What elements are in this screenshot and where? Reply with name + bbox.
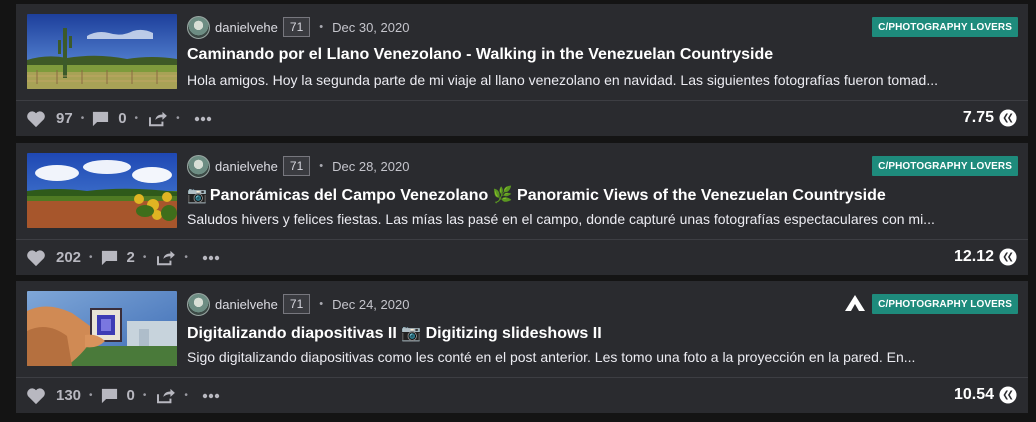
author-name[interactable]: danielvehe bbox=[215, 159, 278, 174]
separator-dot: • bbox=[89, 390, 93, 401]
avatar[interactable] bbox=[187, 15, 210, 39]
author-name[interactable]: danielvehe bbox=[215, 297, 278, 312]
more-icon[interactable] bbox=[202, 255, 220, 261]
post-body[interactable]: danielvehe 71 • Dec 28, 2020 C/PHOTOGRAP… bbox=[16, 143, 1028, 239]
post-meta: danielvehe 71 • Dec 24, 2020 bbox=[187, 291, 409, 317]
vote-count[interactable]: 130 bbox=[56, 387, 81, 404]
post-feed: danielvehe 71 • Dec 30, 2020 C/PHOTOGRAP… bbox=[0, 0, 1036, 422]
post-excerpt[interactable]: Saludos hivers y felices fiestas. Las mí… bbox=[187, 211, 1017, 227]
comment-count[interactable]: 0 bbox=[127, 387, 135, 404]
post-footer: 130 • 0 • • 10.54 bbox=[16, 378, 1028, 413]
heart-icon[interactable] bbox=[26, 387, 46, 405]
separator-dot: • bbox=[184, 252, 188, 263]
comment-icon[interactable] bbox=[101, 388, 118, 404]
post-excerpt[interactable]: Sigo digitalizando diapositivas como les… bbox=[187, 349, 1017, 365]
separator-dot: • bbox=[319, 160, 324, 172]
payout-value[interactable]: 12.12 bbox=[954, 248, 994, 266]
post-excerpt[interactable]: Hola amigos. Hoy la segunda parte de mi … bbox=[187, 72, 1017, 88]
reputation-badge: 71 bbox=[282, 294, 311, 314]
pro-icon bbox=[845, 295, 865, 311]
avatar[interactable] bbox=[187, 154, 210, 178]
hive-icon bbox=[999, 386, 1017, 404]
vote-count[interactable]: 202 bbox=[56, 249, 81, 266]
post-card: danielvehe 71 • Dec 28, 2020 C/PHOTOGRAP… bbox=[16, 143, 1028, 275]
vote-count[interactable]: 97 bbox=[56, 110, 73, 127]
camera-icon: 📷 bbox=[187, 187, 207, 204]
post-title[interactable]: Caminando por el Llano Venezolano - Walk… bbox=[187, 46, 1017, 64]
community-badge[interactable]: C/PHOTOGRAPHY LOVERS bbox=[872, 156, 1018, 176]
post-meta: danielvehe 71 • Dec 30, 2020 bbox=[187, 14, 409, 40]
community-badge[interactable]: C/PHOTOGRAPHY LOVERS bbox=[872, 294, 1018, 314]
separator-dot: • bbox=[142, 390, 147, 401]
heart-icon[interactable] bbox=[26, 249, 46, 267]
post-date[interactable]: Dec 28, 2020 bbox=[332, 159, 409, 174]
reputation-badge: 71 bbox=[282, 17, 311, 37]
separator-dot: • bbox=[176, 113, 180, 124]
payout[interactable]: 12.12 bbox=[954, 248, 1017, 266]
post-thumbnail[interactable] bbox=[27, 291, 177, 366]
separator-dot: • bbox=[142, 252, 147, 263]
thumbnail-image-panoramic bbox=[27, 153, 177, 228]
separator-dot: • bbox=[184, 390, 188, 401]
payout[interactable]: 7.75 bbox=[963, 109, 1017, 127]
hive-icon bbox=[999, 109, 1017, 127]
payout-value[interactable]: 7.75 bbox=[963, 109, 994, 127]
post-title[interactable]: Digitalizando diapositivas II 📷 Digitizi… bbox=[187, 323, 1017, 343]
post-meta: danielvehe 71 • Dec 28, 2020 bbox=[187, 153, 409, 179]
payout[interactable]: 10.54 bbox=[954, 386, 1017, 404]
post-thumbnail[interactable] bbox=[27, 153, 177, 228]
payout-value[interactable]: 10.54 bbox=[954, 386, 994, 404]
thumbnail-image-slide bbox=[27, 291, 177, 366]
avatar[interactable] bbox=[187, 292, 210, 316]
post-body[interactable]: danielvehe 71 • Dec 30, 2020 C/PHOTOGRAP… bbox=[16, 4, 1028, 100]
comment-icon[interactable] bbox=[92, 111, 109, 127]
post-body[interactable]: danielvehe 71 • Dec 24, 2020 C/PHOTOGRAP… bbox=[16, 281, 1028, 377]
post-footer: 97 • 0 • • 7.75 bbox=[16, 101, 1028, 136]
author-name[interactable]: danielvehe bbox=[215, 20, 278, 35]
post-footer: 202 • 2 • • 12.12 bbox=[16, 240, 1028, 275]
post-card: danielvehe 71 • Dec 30, 2020 C/PHOTOGRAP… bbox=[16, 4, 1028, 136]
thumbnail-image-countryside bbox=[27, 14, 177, 89]
separator-dot: • bbox=[89, 252, 93, 263]
more-icon[interactable] bbox=[194, 116, 212, 122]
post-card: danielvehe 71 • Dec 24, 2020 C/PHOTOGRAP… bbox=[16, 281, 1028, 413]
reblog-icon[interactable] bbox=[156, 388, 176, 404]
separator-dot: • bbox=[80, 113, 85, 124]
reblog-icon[interactable] bbox=[148, 111, 168, 127]
comment-count[interactable]: 0 bbox=[118, 110, 126, 127]
post-title-text[interactable]: Panorámicas del Campo Venezolano 🌿 Panor… bbox=[210, 187, 886, 204]
comment-count[interactable]: 2 bbox=[127, 249, 135, 266]
separator-dot: • bbox=[319, 298, 324, 310]
reputation-badge: 71 bbox=[282, 156, 311, 176]
post-title-text[interactable]: Caminando por el Llano Venezolano - Walk… bbox=[187, 46, 773, 63]
separator-dot: • bbox=[134, 113, 139, 124]
post-title-text[interactable]: Digitalizando diapositivas II 📷 Digitizi… bbox=[187, 325, 602, 342]
comment-icon[interactable] bbox=[101, 250, 118, 266]
reblog-icon[interactable] bbox=[156, 250, 176, 266]
more-icon[interactable] bbox=[202, 393, 220, 399]
post-thumbnail[interactable] bbox=[27, 14, 177, 89]
hive-icon bbox=[999, 248, 1017, 266]
post-date[interactable]: Dec 24, 2020 bbox=[332, 297, 409, 312]
post-date[interactable]: Dec 30, 2020 bbox=[332, 20, 409, 35]
separator-dot: • bbox=[319, 21, 324, 33]
heart-icon[interactable] bbox=[26, 110, 46, 128]
community-badge[interactable]: C/PHOTOGRAPHY LOVERS bbox=[872, 17, 1018, 37]
post-title[interactable]: 📷 Panorámicas del Campo Venezolano 🌿 Pano… bbox=[187, 185, 1017, 205]
